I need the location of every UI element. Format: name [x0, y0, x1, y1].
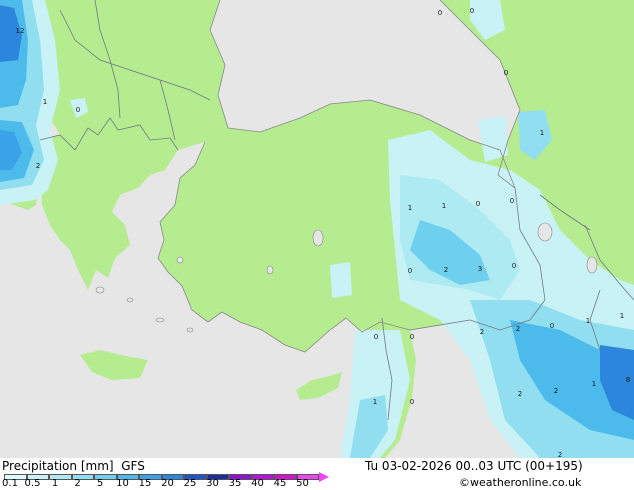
map-label: 1: [43, 98, 47, 106]
map-label: 1: [586, 317, 590, 325]
map-label: 1: [540, 129, 544, 137]
precip-central: [330, 262, 352, 298]
map-label: 2: [516, 325, 520, 333]
map-label: 0: [408, 267, 412, 275]
map-label: 0: [504, 69, 508, 77]
scale-tick-label: 0.1: [2, 478, 18, 489]
scale-tick-label: 30: [206, 478, 219, 489]
map-label: 1: [373, 398, 377, 406]
map-label: 2: [444, 266, 448, 274]
scale-tick-label: 10: [116, 478, 129, 489]
legend-bar: Precipitation [mm] GFS Tu 03-02-2026 00.…: [0, 458, 634, 490]
map-label: 0: [476, 200, 480, 208]
map-label: 0: [76, 106, 80, 114]
map-label: 0: [410, 333, 414, 341]
forecast-datetime: Tu 03-02-2026 00..03 UTC (00+195): [365, 459, 583, 473]
scale-tick-label: 5: [96, 478, 104, 489]
precipitation-map: 12 1 0 2 0 0 0 1 1 1 0 0 0 2 3 0 2 0 1 0…: [0, 0, 634, 458]
credit-text: ©weatheronline.co.uk: [459, 476, 582, 489]
map-label: 2: [36, 162, 40, 170]
map-label: 2: [480, 328, 484, 336]
map-label: 2: [558, 451, 562, 458]
map-label: 0: [438, 9, 442, 17]
map-label: 1: [442, 202, 446, 210]
map-label: 1: [620, 312, 624, 320]
map-label: 0: [374, 333, 378, 341]
scale-tick-label: 35: [228, 478, 242, 489]
scale-tick-label: 15: [138, 478, 152, 489]
scale-tick-label: 40: [251, 478, 264, 489]
scale-tick-label: 0.5: [24, 478, 41, 489]
legend-title: Precipitation [mm] GFS: [2, 459, 145, 473]
scale-tick-label: 25: [183, 478, 197, 489]
map-label: 1: [408, 204, 412, 212]
map-label: 0: [470, 7, 474, 15]
scale-tick-label: 45: [273, 478, 287, 489]
scale-tick-label: 20: [161, 478, 174, 489]
model-name: GFS: [121, 459, 145, 473]
map-label: 1: [592, 380, 596, 388]
scale-tick-label: 50: [296, 478, 309, 489]
scale-arrow: [319, 472, 329, 482]
map-label: 0: [510, 197, 514, 205]
map-label: 0: [512, 262, 516, 270]
map-label: 8: [626, 376, 630, 384]
scale-tick-label: 1: [51, 478, 59, 489]
scale-tick-label: 2: [74, 478, 81, 489]
map-label: 0: [550, 322, 554, 330]
map-label: 3: [478, 265, 482, 273]
map-label: 2: [518, 390, 522, 398]
map-label: 0: [410, 398, 414, 406]
map-label: 2: [554, 387, 558, 395]
map-label: 12: [16, 27, 25, 35]
